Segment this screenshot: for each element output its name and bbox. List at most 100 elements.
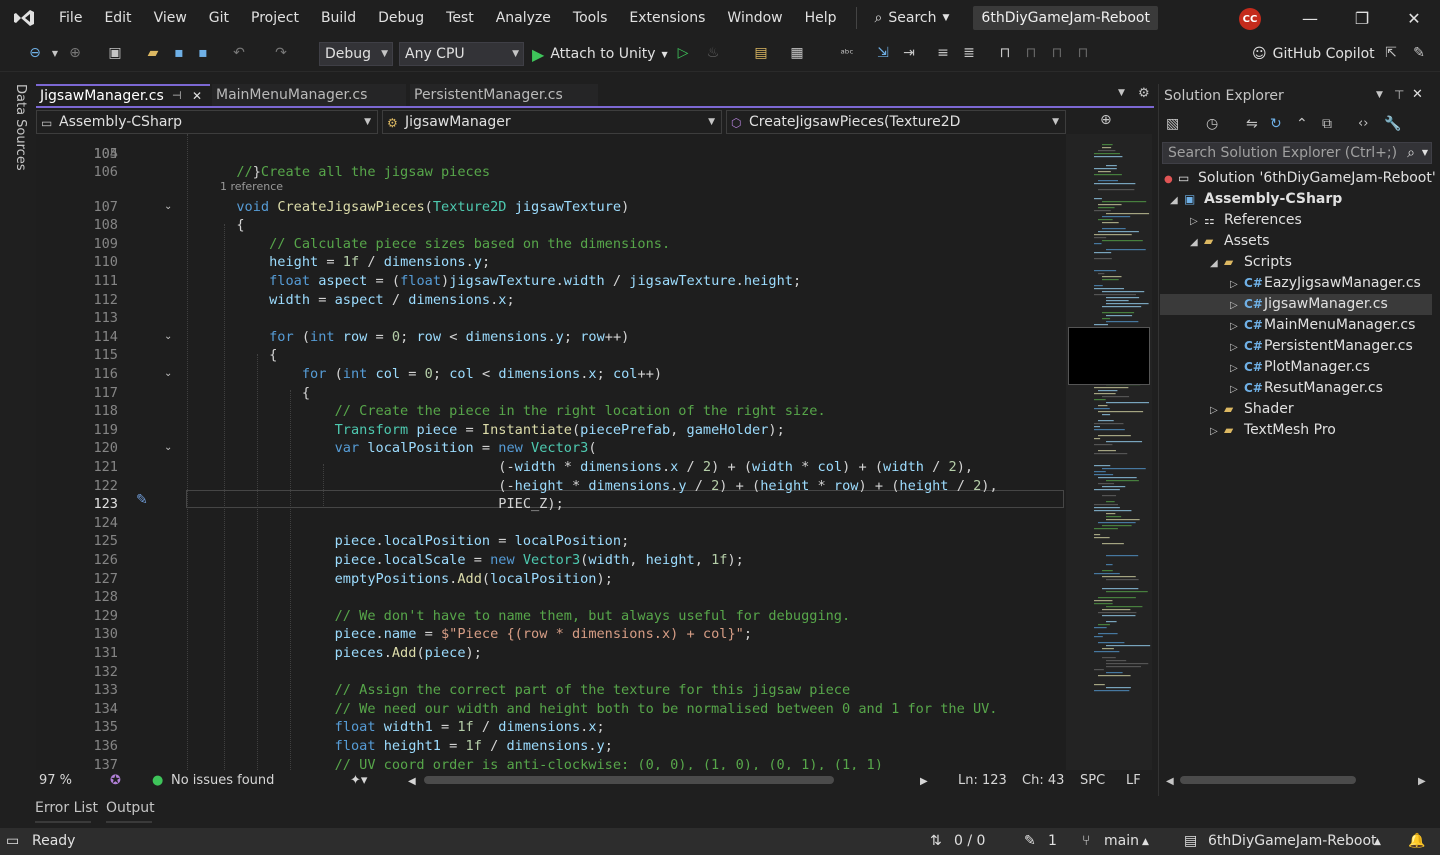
pin-icon[interactable]: ⊤ [1394,88,1404,102]
feedback-icon[interactable]: ✎ [1408,42,1430,64]
codelens-references[interactable]: 1 reference [220,180,283,193]
platform-select[interactable]: Any CPU ▼ [399,42,524,66]
data-sources-tab[interactable]: Data Sources [8,84,28,174]
collapse-all-icon[interactable]: ⌃ [1296,116,1308,132]
tree-item-assets[interactable]: ◢ ▰ Assets [1190,231,1270,252]
tree-item-scripts[interactable]: ◢ ▰ Scripts [1210,252,1292,273]
open-folder-icon[interactable]: ▰ [142,42,164,64]
scroll-right-icon[interactable]: ▶ [920,776,928,787]
chevron-up-icon[interactable]: ▲ [1142,837,1149,847]
scroll-right-icon[interactable]: ▶ [1418,776,1426,787]
spell-check-icon[interactable]: ᵃᵇᶜ [836,42,858,64]
next-bookmark-icon[interactable]: ⊓ [1046,42,1068,64]
tree-item-references[interactable]: ▷ ⚏ References [1190,210,1302,231]
search-button[interactable]: ⌕ Search ▼ [865,10,960,26]
properties-wrench-icon[interactable]: 🔧 [1384,116,1401,132]
sync-icon[interactable]: ⇅ [930,833,942,849]
show-all-files-icon[interactable]: ⧉ [1322,116,1332,132]
git-repository[interactable]: 6thDiyGameJam-Reboot [1208,833,1377,849]
fold-toggle-icon[interactable]: ⌄ [164,198,172,217]
scroll-left-icon[interactable]: ◀ [408,776,416,787]
prev-bookmark-icon[interactable]: ⊓ [1020,42,1042,64]
cleanup-icon[interactable]: ✦▾ [350,773,367,788]
history-icon[interactable]: ◷ [1206,116,1218,132]
quick-actions-icon[interactable]: ✎ [136,492,148,508]
avatar[interactable]: CC [1239,8,1261,30]
tree-item-file[interactable]: ▷ C#PersistentManager.cs [1230,336,1413,357]
horizontal-scrollbar[interactable] [424,776,834,784]
type-nav-select[interactable]: ⚙ JigsawManager ▼ [382,110,722,134]
start-without-debugging-icon[interactable]: ▷ [672,42,694,64]
tab-list-dropdown-icon[interactable]: ▼ [1118,88,1125,98]
tree-item-shader[interactable]: ▷ ▰ Shader [1210,399,1294,420]
tree-item-file[interactable]: ▷ C#ResutManager.cs [1230,378,1383,399]
view-code-icon[interactable]: ‹› [1358,116,1368,131]
tree-item-textmesh-pro[interactable]: ▷ ▰ TextMesh Pro [1210,420,1336,441]
navigate-forward-icon[interactable]: ⊕ [64,42,86,64]
zoom-level[interactable]: 97 % [39,773,72,788]
layout-icon[interactable]: ▦ [786,42,808,64]
menu-view[interactable]: View [143,0,198,36]
gear-icon[interactable]: ⚙ [1138,86,1150,101]
menu-project[interactable]: Project [240,0,310,36]
tree-item-file[interactable]: ▷ C#JigsawManager.cs [1230,294,1388,315]
back-dropdown-icon[interactable]: ▼ [44,42,66,64]
notifications-bell-icon[interactable]: 🔔 [1408,833,1425,849]
code-editor[interactable]: 104 } 105 106 // Create all the jigsaw pi… [36,134,1066,770]
menu-git[interactable]: Git [198,0,240,36]
menu-help[interactable]: Help [794,0,848,36]
tree-item-file[interactable]: ▷ C#EazyJigsawManager.cs [1230,273,1421,294]
menu-window[interactable]: Window [716,0,793,36]
close-button[interactable]: ✕ [1388,0,1440,36]
menu-build[interactable]: Build [310,0,367,36]
issues-status[interactable]: No issues found [171,773,274,788]
minimize-button[interactable]: — [1284,0,1336,36]
menu-analyze[interactable]: Analyze [485,0,562,36]
notification-icon[interactable]: ▭ [6,833,19,849]
minimap-viewport[interactable] [1068,327,1150,385]
github-copilot-button[interactable]: ☺ GitHub Copilot [1252,42,1375,66]
menu-debug[interactable]: Debug [367,0,435,36]
tab-error-list[interactable]: Error List [35,800,98,816]
comment-icon[interactable]: ≡ [932,42,954,64]
menu-extensions[interactable]: Extensions [618,0,716,36]
repository-icon[interactable]: ▤ [1184,833,1197,849]
step-over-icon[interactable]: ⇥ [898,42,920,64]
menu-tools[interactable]: Tools [562,0,619,36]
uncomment-icon[interactable]: ≣ [958,42,980,64]
tree-item-solution[interactable]: ● ▭ Solution '6thDiyGameJam-Reboot' (1 [1164,168,1440,189]
step-into-icon[interactable]: ⇲ [872,42,894,64]
solution-horizontal-scrollbar[interactable] [1180,776,1356,784]
clear-bookmarks-icon[interactable]: ⊓ [1072,42,1094,64]
bookmark-icon[interactable]: ⊓ [994,42,1016,64]
whitespace-indicator[interactable]: SPC [1080,773,1105,788]
menu-test[interactable]: Test [435,0,485,36]
split-editor-icon[interactable]: ⊕ [1100,112,1112,128]
share-icon[interactable]: ⇱ [1380,42,1402,64]
tree-item-file[interactable]: ▷ C#MainMenuManager.cs [1230,315,1415,336]
pin-icon[interactable]: ⊣ [172,86,182,106]
folder-icon[interactable]: ▤ [750,42,772,64]
fold-toggle-icon[interactable]: ⌄ [164,365,172,384]
tab-output[interactable]: Output [106,800,155,816]
attach-to-unity-button[interactable]: ▶ Attach to Unity ▼ [532,42,668,66]
member-nav-select[interactable]: ⬡ CreateJigsawPieces(Texture2D jigsawTex… [726,110,1066,152]
close-icon[interactable]: ✕ [192,86,202,106]
solution-search-input[interactable]: Search Solution Explorer (Ctrl+;) ⌕ ▼ [1162,142,1432,164]
new-project-icon[interactable]: ▣ [104,42,126,64]
tree-item-project[interactable]: ◢ ▣ Assembly-CSharp [1170,189,1342,210]
branch-icon[interactable]: ⑂ [1082,833,1090,849]
chevron-up-icon[interactable]: ▲ [1374,837,1381,847]
tab-persistent-manager[interactable]: PersistentManager.cs [410,84,598,108]
visual-studio-logo-icon[interactable] [0,0,48,36]
tab-main-menu-manager[interactable]: MainMenuManager.cs [212,84,406,108]
chevron-down-icon[interactable]: ▼ [1376,90,1383,100]
save-all-icon[interactable]: ▪ [192,42,214,64]
copilot-status-icon[interactable]: ✪ [110,773,121,788]
undo-icon[interactable]: ↶ [228,42,250,64]
tab-jigsaw-manager[interactable]: JigsawManager.cs ⊣ ✕ [36,84,210,108]
project-nav-select[interactable]: ▭ Assembly-CSharp ▼ [36,110,378,134]
configuration-select[interactable]: Debug ▼ [319,42,393,66]
fold-toggle-icon[interactable]: ⌄ [164,439,172,458]
pending-changes-count[interactable]: 1 [1048,833,1057,849]
